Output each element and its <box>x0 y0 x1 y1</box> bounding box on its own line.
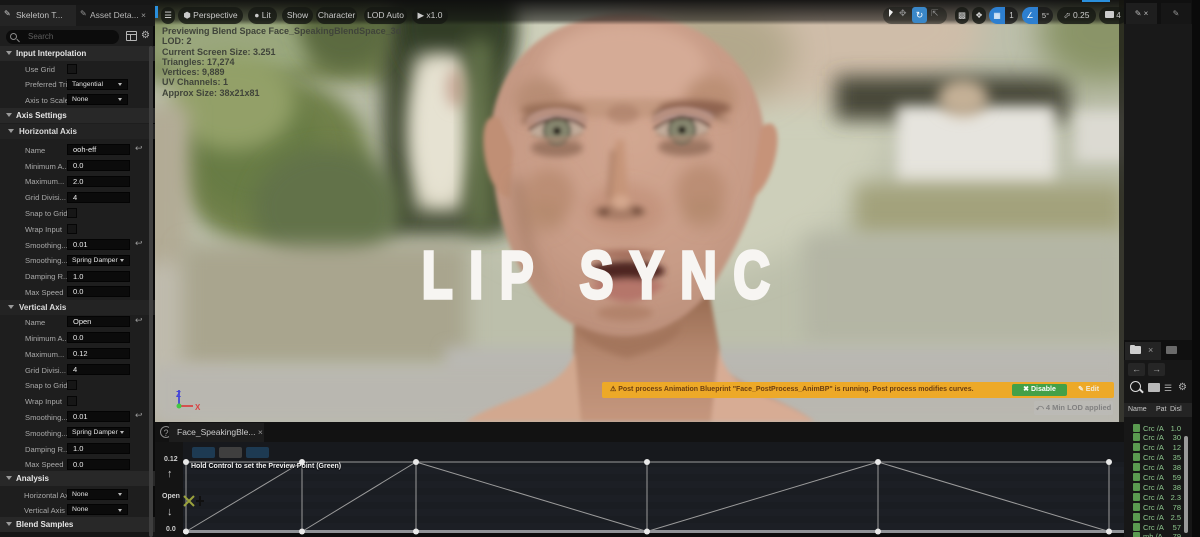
svg-text:Z: Z <box>176 390 181 399</box>
svg-text:X: X <box>195 403 201 412</box>
